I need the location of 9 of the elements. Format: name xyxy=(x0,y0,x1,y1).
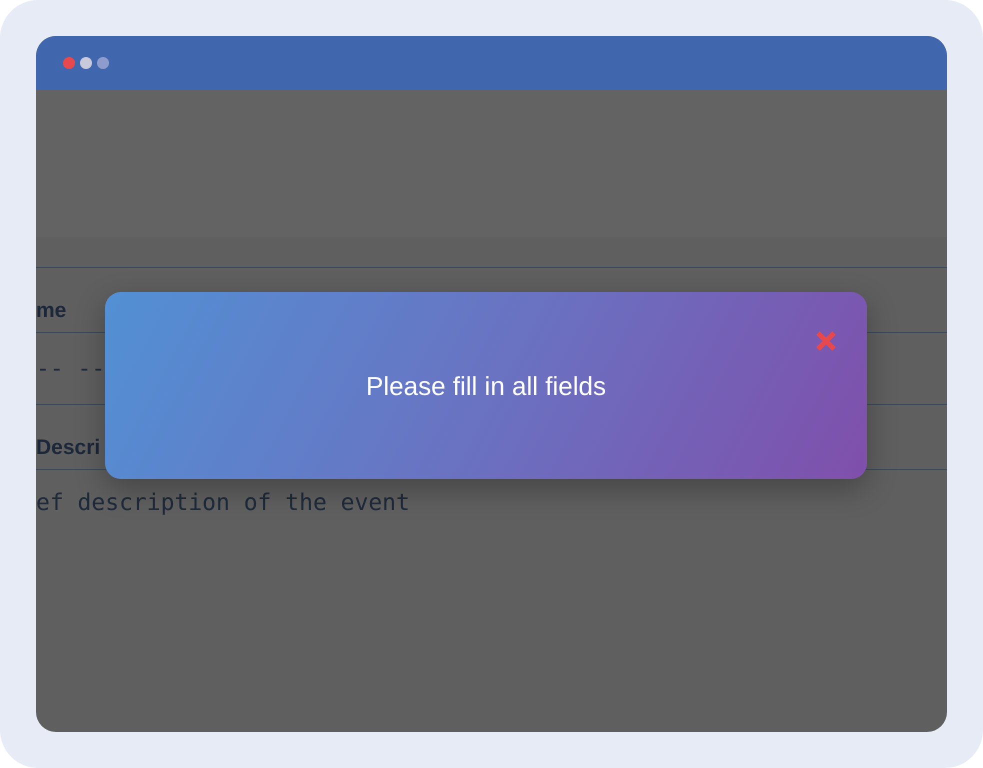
window-control-icon[interactable] xyxy=(97,57,109,69)
window-control-icon[interactable] xyxy=(80,57,92,69)
date-value: -- -- xyxy=(36,354,106,382)
window-control-icon[interactable] xyxy=(63,57,75,69)
close-icon xyxy=(815,330,837,352)
close-button[interactable] xyxy=(815,330,837,352)
toast-message: Please fill in all fields xyxy=(366,370,606,400)
field-label: me xyxy=(36,299,66,323)
field-label: Descri xyxy=(36,436,100,460)
